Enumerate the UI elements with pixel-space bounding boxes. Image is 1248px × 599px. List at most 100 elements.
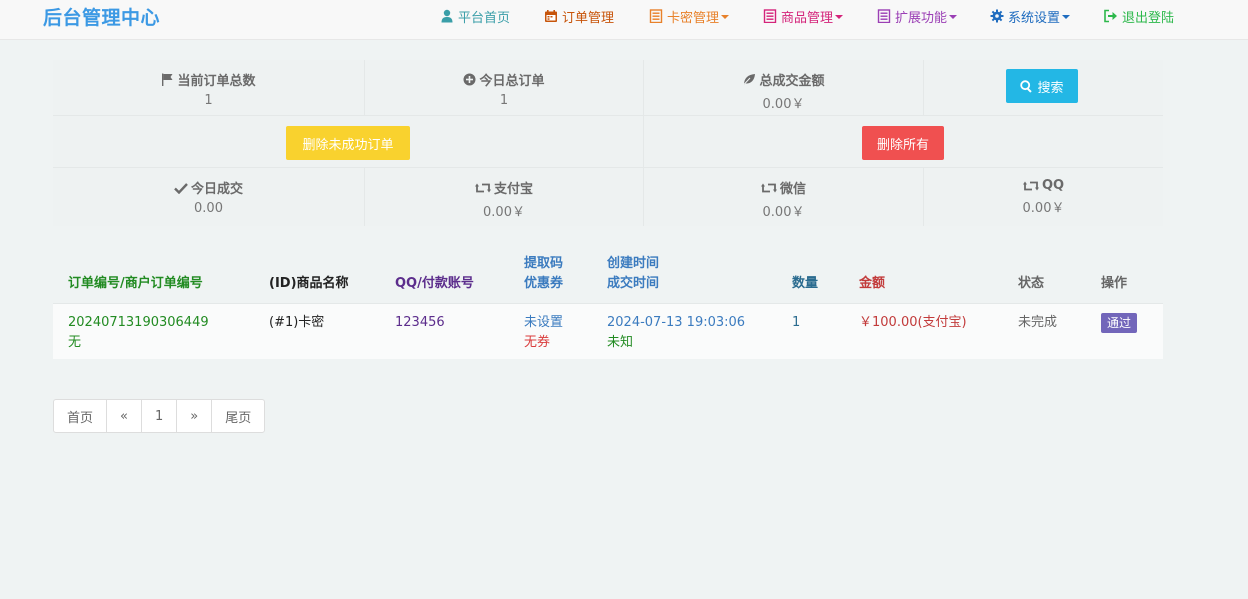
stat-wechat: 微信 0.00￥ <box>644 168 924 226</box>
order-number: 20240713190306449 <box>68 314 209 330</box>
approve-button[interactable]: 通过 <box>1101 312 1138 333</box>
header-qty: 数量 <box>777 246 844 304</box>
stat-qq: QQ 0.00￥ <box>924 168 1163 226</box>
leaf-icon <box>743 74 756 86</box>
cell-account: 123456 <box>380 303 509 359</box>
search-button-label: 搜索 <box>1037 80 1064 96</box>
list-alt-icon <box>649 9 663 23</box>
search-button[interactable]: 搜索 <box>1006 69 1078 103</box>
cell-status: 未完成 <box>1003 303 1086 359</box>
retweet-icon <box>474 183 491 192</box>
page-next[interactable]: » <box>177 400 213 432</box>
search-cell: 搜索 <box>924 60 1163 115</box>
page-last[interactable]: 尾页 <box>212 400 264 432</box>
delete-failed-cell: 删除未成功订单 <box>53 116 644 167</box>
pagination: 首页 « 1 » 尾页 <box>53 399 266 433</box>
stats-panel: 当前订单总数 1 今日总订单 1 总成交金额 0.00￥ 搜索 删除未成功订单 … <box>53 60 1163 226</box>
stat-alipay-value: 0.00￥ <box>483 205 525 220</box>
stat-today-orders-label: 今日总订单 <box>479 74 545 89</box>
cell-goods: (#1)卡密 <box>254 303 380 359</box>
nav-orders-label: 订单管理 <box>562 10 615 26</box>
stat-qq-label: QQ <box>1041 178 1065 193</box>
stat-today-success-label: 今日成交 <box>190 182 243 197</box>
nav-goods[interactable]: 商品管理 <box>763 6 844 26</box>
stat-today-success: 今日成交 0.00 <box>53 168 365 226</box>
stat-total-amount-label: 总成交金额 <box>759 74 825 89</box>
cell-order-no: 20240713190306449 无 <box>53 303 254 359</box>
stat-current-orders-value: 1 <box>204 93 213 108</box>
nav-home-label: 平台首页 <box>458 10 511 26</box>
orders-table: 订单编号/商户订单编号 (ID)商品名称 QQ/付款账号 提取码 优惠券 创建时… <box>53 246 1163 359</box>
user-icon <box>441 9 453 23</box>
nav-home[interactable]: 平台首页 <box>440 6 510 26</box>
header-amount: 金额 <box>844 246 1003 304</box>
header-code-label: 提取码 <box>524 255 564 271</box>
check-icon <box>174 182 188 194</box>
nav-cards-label: 卡密管理 <box>667 10 720 26</box>
stat-qq-value: 0.00￥ <box>1022 201 1065 216</box>
chevron-down-icon <box>721 14 730 19</box>
cell-action: 通过 <box>1086 303 1163 359</box>
main-nav: 平台首页 订单管理 卡密管理 商品管理 扩展功能 系统设置 退出登陆 <box>0 0 1248 40</box>
stats-row-actions: 删除未成功订单 删除所有 <box>53 116 1163 168</box>
nav-settings[interactable]: 系统设置 <box>990 6 1071 26</box>
retweet-icon <box>1022 181 1039 190</box>
stat-today-orders-value: 1 <box>499 93 509 108</box>
delete-failed-orders-button[interactable]: 删除未成功订单 <box>286 126 410 160</box>
top-navbar: 后台管理中心 平台首页 订单管理 卡密管理 商品管理 扩展功能 系统设置 退出登… <box>0 0 1248 40</box>
header-account: QQ/付款账号 <box>380 246 509 304</box>
search-icon <box>1020 79 1033 93</box>
header-goods: (ID)商品名称 <box>254 246 380 304</box>
calendar-icon <box>545 10 557 22</box>
stats-row-payments: 今日成交 0.00 支付宝 0.00￥ 微信 0.00￥ QQ 0.00￥ <box>53 168 1163 226</box>
nav-logout-label: 退出登陆 <box>1122 10 1175 26</box>
header-order-no: 订单编号/商户订单编号 <box>53 246 254 304</box>
cell-qty: 1 <box>777 303 844 359</box>
chevron-down-icon <box>949 14 958 19</box>
nav-ext-label: 扩展功能 <box>895 10 948 26</box>
list-alt-icon <box>763 9 777 23</box>
stat-today-orders: 今日总订单 1 <box>365 60 644 115</box>
coupon: 无券 <box>524 334 551 350</box>
stat-alipay-label: 支付宝 <box>493 182 533 197</box>
finished-time: 未知 <box>607 334 634 350</box>
header-code: 提取码 优惠券 <box>509 246 592 304</box>
nav-settings-label: 系统设置 <box>1008 10 1061 26</box>
page-number[interactable]: 1 <box>142 400 178 432</box>
stat-current-orders: 当前订单总数 1 <box>53 60 365 115</box>
chevron-down-icon <box>1062 14 1071 19</box>
retweet-icon <box>760 183 777 192</box>
header-coupon-label: 优惠券 <box>524 275 564 291</box>
header-time: 创建时间 成交时间 <box>592 246 777 304</box>
table-header-row: 订单编号/商户订单编号 (ID)商品名称 QQ/付款账号 提取码 优惠券 创建时… <box>53 246 1163 304</box>
header-status: 状态 <box>1003 246 1086 304</box>
delete-all-button[interactable]: 删除所有 <box>862 126 944 160</box>
page-prev[interactable]: « <box>107 400 142 432</box>
created-time: 2024-07-13 19:03:06 <box>607 314 746 330</box>
header-action: 操作 <box>1086 246 1163 304</box>
logout-icon <box>1104 9 1117 23</box>
nav-ext[interactable]: 扩展功能 <box>877 6 958 26</box>
nav-cards[interactable]: 卡密管理 <box>649 6 730 26</box>
table-row: 20240713190306449 无 (#1)卡密 123456 未设置 无券… <box>53 303 1163 359</box>
header-created-label: 创建时间 <box>607 255 660 271</box>
flag-icon <box>162 73 173 86</box>
page-first[interactable]: 首页 <box>54 400 108 432</box>
cell-time: 2024-07-13 19:03:06 未知 <box>592 303 777 359</box>
nav-orders[interactable]: 订单管理 <box>544 6 614 26</box>
stat-total-amount: 总成交金额 0.00￥ <box>644 60 924 115</box>
stat-alipay: 支付宝 0.00￥ <box>365 168 644 226</box>
cell-amount: ￥100.00(支付宝) <box>844 303 1003 359</box>
extract-code: 未设置 <box>524 314 564 330</box>
stat-today-success-value: 0.00 <box>194 201 223 216</box>
plus-circle-icon <box>463 73 476 86</box>
merchant-order-number: 无 <box>68 334 82 350</box>
stat-current-orders-label: 当前订单总数 <box>177 74 256 89</box>
header-finished-label: 成交时间 <box>607 275 660 291</box>
stat-wechat-label: 微信 <box>779 182 806 197</box>
nav-goods-label: 商品管理 <box>781 10 834 26</box>
stats-row-summary: 当前订单总数 1 今日总订单 1 总成交金额 0.00￥ 搜索 <box>53 60 1163 116</box>
nav-logout[interactable]: 退出登陆 <box>1103 6 1174 26</box>
stat-total-amount-value: 0.00￥ <box>762 97 805 112</box>
stat-wechat-value: 0.00￥ <box>762 205 805 220</box>
